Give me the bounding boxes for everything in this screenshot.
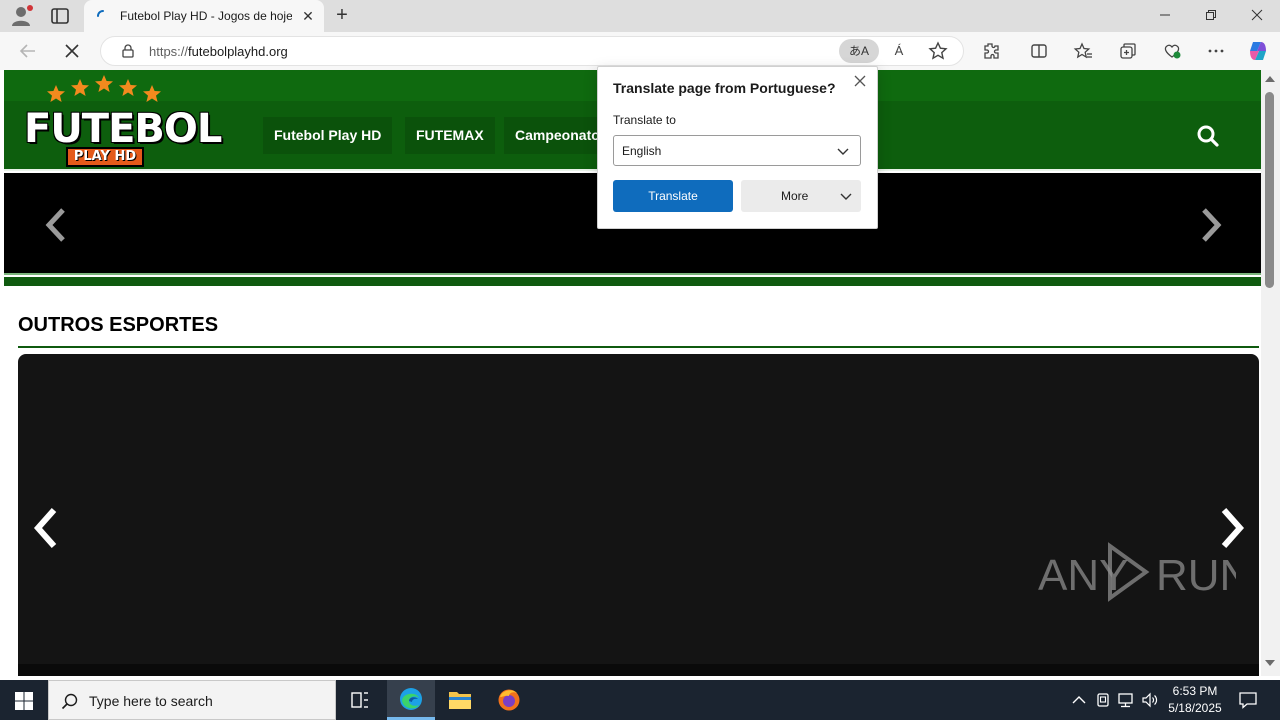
chevron-down-icon — [840, 193, 852, 200]
star-icon — [119, 79, 137, 96]
popup-close-icon[interactable] — [852, 73, 868, 89]
taskbar-edge[interactable] — [387, 680, 435, 720]
lock-icon[interactable] — [121, 44, 135, 58]
slider-prev-icon[interactable] — [41, 205, 71, 245]
search-icon[interactable] — [1196, 124, 1220, 148]
collections-icon[interactable] — [1118, 41, 1138, 61]
clock-time: 6:53 PM — [1172, 684, 1218, 698]
star-icon — [71, 79, 89, 96]
taskbar-file-explorer[interactable] — [436, 680, 484, 720]
profile-icon[interactable] — [10, 5, 34, 27]
chevron-down-icon — [837, 148, 849, 155]
slider-bottom-strip — [4, 277, 1261, 286]
more-button-label: More — [781, 189, 809, 203]
notifications-icon[interactable] — [1238, 690, 1258, 710]
page-scrollbar[interactable] — [1261, 70, 1280, 676]
favorite-star-icon[interactable] — [927, 40, 949, 62]
read-aloud-icon[interactable]: Á — [889, 41, 909, 61]
translate-popup: Translate page from Portuguese? Translat… — [597, 66, 878, 229]
search-icon — [61, 693, 78, 710]
language-select-value: English — [622, 144, 662, 158]
tab-actions-icon[interactable] — [50, 7, 70, 25]
star-icon — [143, 85, 161, 102]
close-window-icon — [1251, 9, 1263, 21]
minimize-button[interactable] — [1142, 0, 1188, 32]
section-title: OUTROS ESPORTES — [18, 314, 219, 336]
loading-spinner-icon — [97, 10, 104, 17]
clock-date: 5/18/2025 — [1168, 701, 1222, 715]
watermark-run: RUN — [1156, 551, 1236, 600]
back-icon[interactable] — [18, 41, 38, 61]
favorites-icon[interactable] — [1073, 41, 1093, 61]
windows-taskbar: Type here to search 6:53 PM 5/18/2025 — [0, 680, 1280, 720]
sports-slider-bottom — [18, 664, 1259, 676]
scroll-thumb[interactable] — [1265, 92, 1274, 288]
new-tab-button[interactable]: + — [332, 5, 352, 26]
close-window-button[interactable] — [1234, 0, 1280, 32]
nav-futemax[interactable]: FUTEMAX — [405, 117, 495, 154]
browser-tab-bar: Futebol Play HD - Jogos de hoje ✕ + — [0, 0, 1280, 32]
star-icon — [47, 85, 65, 102]
network-icon[interactable] — [1116, 690, 1136, 710]
popup-title: Translate page from Portuguese? — [613, 80, 836, 96]
system-clock[interactable]: 6:53 PM 5/18/2025 — [1162, 683, 1228, 717]
edge-icon — [400, 688, 422, 710]
volume-icon[interactable] — [1140, 690, 1160, 710]
browser-toolbar: https://futebolplayhd.org あA Á — [0, 32, 1280, 70]
split-screen-icon[interactable] — [1029, 41, 1049, 61]
anyrun-watermark: ANY RUN — [1038, 542, 1236, 602]
url-scheme: https:// — [149, 44, 189, 59]
logo-text: FUTEBOL — [24, 106, 222, 152]
more-button[interactable]: More — [741, 180, 861, 212]
device-icon[interactable] — [1093, 690, 1113, 710]
tab-title: Futebol Play HD - Jogos de hoje — [120, 9, 292, 23]
taskbar-search-box[interactable]: Type here to search — [48, 680, 336, 720]
language-select[interactable]: English — [613, 135, 861, 166]
star-icon — [95, 75, 113, 92]
more-options-icon[interactable] — [1206, 41, 1226, 61]
taskbar-search-placeholder: Type here to search — [89, 693, 213, 709]
translate-button[interactable]: Translate — [613, 180, 733, 212]
translate-icon[interactable]: あA — [839, 39, 879, 63]
main-content: OUTROS ESPORTES — [4, 286, 1261, 676]
stop-loading-icon[interactable] — [62, 41, 82, 61]
url-text[interactable]: https://futebolplayhd.org — [149, 44, 288, 59]
sports-slider — [18, 354, 1259, 676]
scroll-down-icon[interactable] — [1265, 660, 1275, 666]
url-host: futebolplayhd.org — [188, 44, 288, 59]
nav-campeonato[interactable]: Campeonato — [504, 117, 611, 154]
windows-start-icon[interactable] — [14, 691, 34, 711]
address-bar[interactable]: https://futebolplayhd.org あA Á — [100, 36, 964, 66]
task-view-icon — [351, 692, 368, 708]
restore-button[interactable] — [1188, 0, 1234, 32]
slider-next-icon[interactable] — [1196, 205, 1226, 245]
task-view-button[interactable] — [336, 680, 384, 720]
copilot-icon[interactable] — [1246, 39, 1270, 63]
site-logo[interactable]: FUTEBOL PLAY HD — [24, 75, 222, 168]
active-tab[interactable]: Futebol Play HD - Jogos de hoje ✕ — [84, 0, 324, 32]
show-hidden-icons-icon[interactable] — [1069, 690, 1089, 710]
folder-icon — [449, 692, 471, 709]
translate-to-label: Translate to — [613, 113, 676, 127]
section-divider — [18, 346, 1259, 348]
minimize-icon — [1160, 14, 1170, 16]
tab-close-icon[interactable]: ✕ — [300, 8, 316, 24]
extensions-icon[interactable] — [981, 41, 1001, 61]
nav-futebol-play-hd[interactable]: Futebol Play HD — [263, 117, 393, 154]
sports-slider-prev-icon[interactable] — [28, 504, 64, 552]
logo-subtitle: PLAY HD — [66, 147, 144, 167]
restore-icon — [1206, 10, 1216, 20]
browser-essentials-icon[interactable] — [1162, 41, 1182, 61]
firefox-icon — [498, 689, 520, 711]
taskbar-firefox[interactable] — [485, 680, 533, 720]
scroll-up-icon[interactable] — [1265, 76, 1275, 82]
